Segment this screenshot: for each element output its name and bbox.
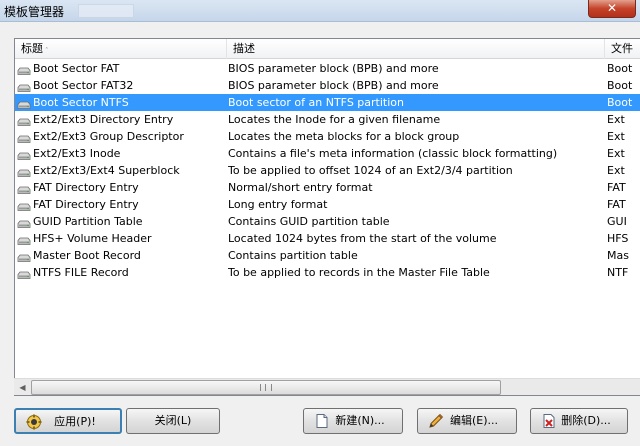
column-header-file[interactable]: 文件 [605,39,640,59]
row-title: Boot Sector FAT32 [33,79,134,92]
new-button[interactable]: 新建(N)... [303,408,403,434]
table-row[interactable]: HFS+ Volume Header Located 1024 bytes fro… [15,230,640,247]
row-title: HFS+ Volume Header [33,232,152,245]
row-file: Ext [607,130,625,143]
list-header: 标题 ˆ 描述 文件 [15,39,640,59]
drive-icon [17,251,31,262]
table-row[interactable]: Boot Sector NTFS Boot sector of an NTFS p… [15,94,640,111]
title-bar-background [78,4,134,18]
new-button-label: 新建(N)... [335,414,385,427]
drive-icon [17,200,31,211]
row-title: GUID Partition Table [33,215,143,228]
row-title: FAT Directory Entry [33,181,139,194]
row-description: Boot sector of an NTFS partition [228,96,404,109]
row-description: To be applied to offset 1024 of an Ext2/… [228,164,513,177]
close-button-label: 关闭(L) [154,414,192,427]
drive-icon [17,98,31,109]
window-close-button[interactable]: ✕ [588,0,636,18]
drive-icon [17,81,31,92]
drive-icon [17,64,31,75]
scrollbar-thumb[interactable] [31,380,501,395]
row-file: Mas [607,249,629,262]
column-header-title[interactable]: 标题 ˆ [15,39,227,59]
row-description: Locates the Inode for a given filename [228,113,441,126]
horizontal-scrollbar[interactable]: ◀ [14,378,640,395]
template-manager-window: 模板管理器 ✕ 标题 ˆ 描述 文件 Boot Sector FAT BIOS p… [0,0,640,446]
apply-button-label: 应用(P)! [54,415,96,428]
row-title: Ext2/Ext3 Inode [33,147,121,160]
row-file: Boot [607,62,633,75]
row-file: FAT [607,198,626,211]
column-header-description[interactable]: 描述 [227,39,605,59]
scroll-left-icon[interactable]: ◀ [14,379,31,396]
table-row[interactable]: NTFS FILE Record To be applied to records… [15,264,640,281]
row-title: NTFS FILE Record [33,266,129,279]
close-icon: ✕ [606,1,618,15]
sort-indicator-icon: ˆ [45,47,49,55]
window-title: 模板管理器 [4,5,65,19]
drive-icon [17,234,31,245]
close-button[interactable]: 关闭(L) [126,408,220,434]
row-file: FAT [607,181,626,194]
template-list[interactable]: 标题 ˆ 描述 文件 Boot Sector FAT BIOS parameter… [14,38,640,396]
row-description: BIOS parameter block (BPB) and more [228,62,439,75]
table-row[interactable]: Ext2/Ext3 Group Descriptor Locates the me… [15,128,640,145]
column-header-title-label: 标题 [21,42,43,55]
row-file: Boot [607,96,633,109]
column-header-file-label: 文件 [611,42,633,55]
delete-button[interactable]: 删除(D)... [530,408,628,434]
row-title: Master Boot Record [33,249,141,262]
table-row[interactable]: GUID Partition Table Contains GUID partit… [15,213,640,230]
row-file: HFS [607,232,629,245]
row-description: Contains a file's meta information (clas… [228,147,558,160]
row-title: Boot Sector FAT [33,62,120,75]
edit-button-label: 编辑(E)... [449,414,499,427]
row-file: Ext [607,113,625,126]
drive-icon [17,183,31,194]
table-row[interactable]: Boot Sector FAT BIOS parameter block (BPB… [15,60,640,77]
edit-button[interactable]: 编辑(E)... [417,408,517,434]
column-header-description-label: 描述 [233,42,255,55]
row-description: BIOS parameter block (BPB) and more [228,79,439,92]
row-file: Ext [607,147,625,160]
row-file: NTF [607,266,629,279]
row-description: Normal/short entry format [228,181,373,194]
row-description: Contains GUID partition table [228,215,390,228]
row-title: FAT Directory Entry [33,198,139,211]
table-row[interactable]: Ext2/Ext3 Inode Contains a file's meta in… [15,145,640,162]
row-title: Ext2/Ext3 Group Descriptor [33,130,184,143]
row-description: Located 1024 bytes from the start of the… [228,232,497,245]
row-file: Boot [607,79,633,92]
row-description: Contains partition table [228,249,358,262]
drive-icon [17,217,31,228]
drive-icon [17,268,31,279]
table-row[interactable]: FAT Directory Entry Normal/short entry fo… [15,179,640,196]
drive-icon [17,132,31,143]
table-row[interactable]: Ext2/Ext3/Ext4 Superblock To be applied t… [15,162,640,179]
row-file: Ext [607,164,625,177]
row-description: Long entry format [228,198,328,211]
row-title: Ext2/Ext3 Directory Entry [33,113,174,126]
row-file: GUI [607,215,627,228]
row-description: To be applied to records in the Master F… [228,266,490,279]
table-row[interactable]: Master Boot Record Contains partition tab… [15,247,640,264]
apply-button[interactable]: 应用(P)! [14,408,122,434]
drive-icon [17,115,31,126]
table-row[interactable]: FAT Directory Entry Long entry format FAT [15,196,640,213]
drive-icon [17,166,31,177]
row-title: Ext2/Ext3/Ext4 Superblock [33,164,180,177]
table-row[interactable]: Ext2/Ext3 Directory Entry Locates the Ino… [15,111,640,128]
delete-button-label: 删除(D)... [561,414,611,427]
drive-icon [17,149,31,160]
table-row[interactable]: Boot Sector FAT32 BIOS parameter block (B… [15,77,640,94]
row-title: Boot Sector NTFS [33,96,129,109]
row-description: Locates the meta blocks for a block grou… [228,130,460,143]
grip-icon [260,384,272,391]
title-bar[interactable]: 模板管理器 ✕ [0,0,640,22]
